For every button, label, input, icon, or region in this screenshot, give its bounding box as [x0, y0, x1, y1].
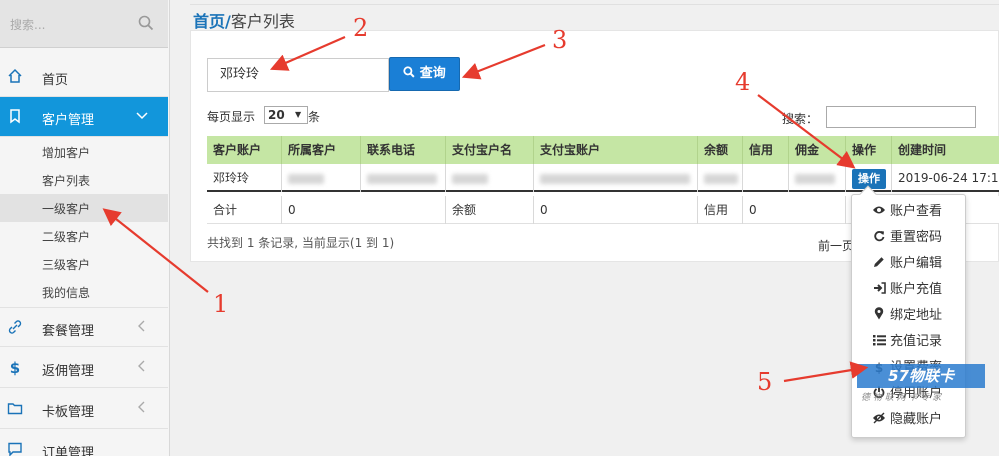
- annotation-number-5: 5: [757, 368, 773, 396]
- annotation-number-2: 2: [353, 14, 369, 42]
- arrow-3: [461, 43, 546, 80]
- annotation-number-3: 3: [552, 26, 568, 54]
- annotation-arrows: [102, 35, 869, 383]
- annotation-number-4: 4: [735, 68, 751, 96]
- annotation-number-1: 1: [213, 290, 229, 318]
- arrow-5: [783, 361, 869, 383]
- arrow-2: [269, 35, 346, 71]
- arrow-1: [102, 208, 209, 293]
- arrow-4: [757, 94, 856, 169]
